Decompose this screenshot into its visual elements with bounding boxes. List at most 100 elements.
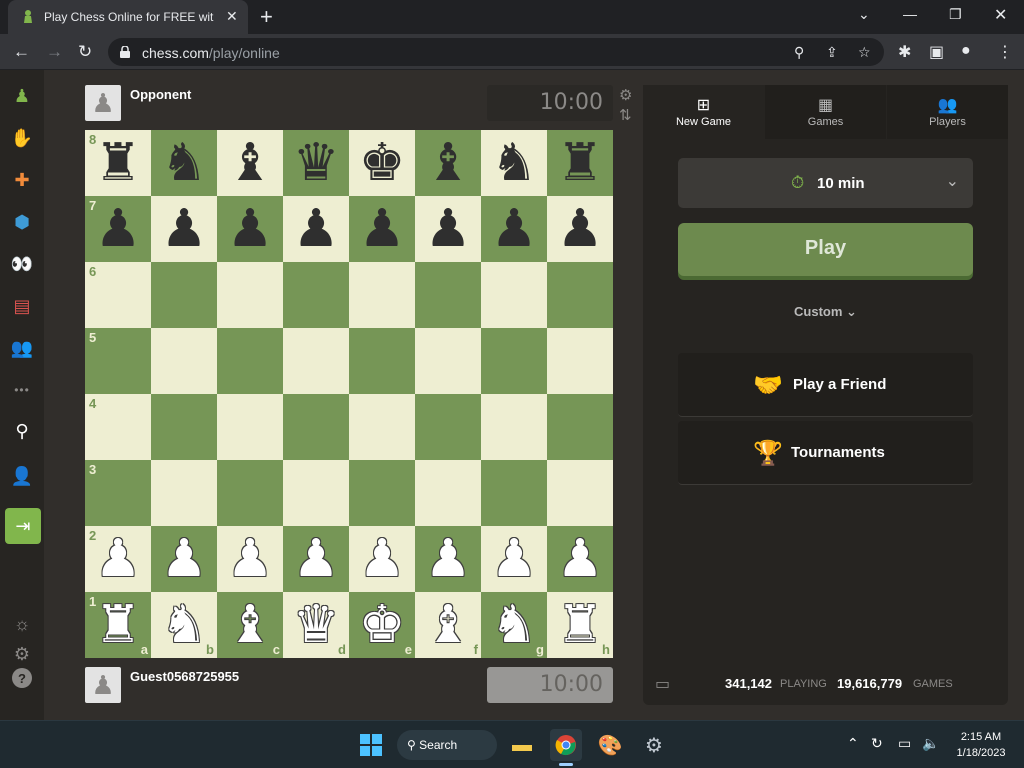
square-e6[interactable] — [349, 262, 415, 328]
square-d5[interactable] — [283, 328, 349, 394]
square-h7[interactable]: ♟ — [547, 196, 613, 262]
square-b1[interactable]: b ♞ — [151, 592, 217, 658]
settings-app-icon[interactable]: ⚙ — [638, 729, 670, 761]
extensions-icon[interactable]: ✱ — [898, 42, 911, 62]
square-f5[interactable] — [415, 328, 481, 394]
square-a4[interactable]: 4 — [85, 394, 151, 460]
square-d6[interactable] — [283, 262, 349, 328]
black-pawn-piece[interactable]: ♟ — [227, 203, 274, 255]
square-b7[interactable]: ♟ — [151, 196, 217, 262]
white-pawn-piece[interactable]: ♟ — [425, 533, 472, 585]
chess-board[interactable]: 8 ♜ ♞ ♝ ♛ ♚ ♝ ♞ ♜ 7 ♟ ♟ ♟ ♟ ♟ ♟ ♟ ♟ 6 5 4 3 2 ♟ ♟ ♟ ♟ ♟ ♟ ♟ ♟ 1 a ♜ b ♞ c ♝ d ♛… — [85, 130, 613, 658]
custom-dropdown[interactable]: Custom ⌄ — [643, 304, 1008, 320]
square-g7[interactable]: ♟ — [481, 196, 547, 262]
new-tab-button[interactable]: + — [260, 4, 273, 30]
square-h5[interactable] — [547, 328, 613, 394]
black-bishop-piece[interactable]: ♝ — [227, 137, 274, 189]
flip-board-icon[interactable]: ⇅ — [619, 106, 632, 126]
white-pawn-piece[interactable]: ♟ — [227, 533, 274, 585]
square-h6[interactable] — [547, 262, 613, 328]
square-f2[interactable]: ♟ — [415, 526, 481, 592]
star-icon[interactable]: ☆ — [858, 44, 871, 61]
white-bishop-piece[interactable]: ♝ — [227, 599, 274, 651]
settings-icon[interactable]: ⚙ — [6, 638, 38, 670]
board-settings-icon[interactable]: ⚙ — [619, 86, 632, 106]
square-c5[interactable] — [217, 328, 283, 394]
white-pawn-piece[interactable]: ♟ — [491, 533, 538, 585]
square-a6[interactable]: 6 — [85, 262, 151, 328]
tournaments-button[interactable]: 🏆 Tournaments — [678, 421, 973, 485]
square-d2[interactable]: ♟ — [283, 526, 349, 592]
forward-arrow-icon[interactable]: → — [46, 42, 63, 62]
search-icon[interactable]: ⚲ — [6, 415, 38, 447]
square-c8[interactable]: ♝ — [217, 130, 283, 196]
square-a3[interactable]: 3 — [85, 460, 151, 526]
white-rook-piece[interactable]: ♜ — [95, 599, 142, 651]
reload-icon[interactable]: ↻ — [78, 42, 92, 62]
square-e7[interactable]: ♟ — [349, 196, 415, 262]
square-a7[interactable]: 7 ♟ — [85, 196, 151, 262]
share-icon[interactable]: ⇪ — [826, 44, 838, 61]
login-button[interactable]: ⇥ — [5, 508, 41, 544]
square-f4[interactable] — [415, 394, 481, 460]
kebab-menu-icon[interactable]: ⋮ — [997, 42, 1013, 62]
black-knight-piece[interactable]: ♞ — [491, 137, 538, 189]
square-g8[interactable]: ♞ — [481, 130, 547, 196]
learn-icon[interactable]: ⬢ — [6, 206, 38, 238]
white-pawn-piece[interactable]: ♟ — [161, 533, 208, 585]
white-pawn-piece[interactable]: ♟ — [557, 533, 604, 585]
square-b8[interactable]: ♞ — [151, 130, 217, 196]
black-queen-piece[interactable]: ♛ — [293, 137, 340, 189]
play-a-friend-button[interactable]: 🤝 Play a Friend — [678, 353, 973, 417]
square-f1[interactable]: f ♝ — [415, 592, 481, 658]
black-pawn-piece[interactable]: ♟ — [359, 203, 406, 255]
square-d8[interactable]: ♛ — [283, 130, 349, 196]
windows-start-icon[interactable] — [355, 729, 387, 761]
white-rook-piece[interactable]: ♜ — [557, 599, 604, 651]
square-c6[interactable] — [217, 262, 283, 328]
time-control-select[interactable]: ⏱ 10 min ⌄ — [678, 158, 973, 208]
square-f7[interactable]: ♟ — [415, 196, 481, 262]
square-b4[interactable] — [151, 394, 217, 460]
volume-icon[interactable]: 🔈 — [922, 735, 939, 752]
zoom-icon[interactable]: ⚲ — [794, 44, 804, 61]
network-icon[interactable]: ▭ — [898, 735, 911, 752]
white-pawn-piece[interactable]: ♟ — [293, 533, 340, 585]
square-b2[interactable]: ♟ — [151, 526, 217, 592]
square-d1[interactable]: d ♛ — [283, 592, 349, 658]
square-b6[interactable] — [151, 262, 217, 328]
square-a1[interactable]: 1 a ♜ — [85, 592, 151, 658]
square-g2[interactable]: ♟ — [481, 526, 547, 592]
square-a8[interactable]: 8 ♜ — [85, 130, 151, 196]
white-pawn-piece[interactable]: ♟ — [359, 533, 406, 585]
square-e2[interactable]: ♟ — [349, 526, 415, 592]
file-explorer-icon[interactable]: ▬ — [506, 729, 538, 761]
black-pawn-piece[interactable]: ♟ — [557, 203, 604, 255]
puzzles-icon[interactable]: ✚ — [6, 164, 38, 196]
square-d4[interactable] — [283, 394, 349, 460]
black-pawn-piece[interactable]: ♟ — [491, 203, 538, 255]
square-b3[interactable] — [151, 460, 217, 526]
square-a2[interactable]: 2 ♟ — [85, 526, 151, 592]
maximize-button[interactable]: ❐ — [949, 6, 962, 23]
chrome-icon[interactable] — [550, 729, 582, 761]
square-c4[interactable] — [217, 394, 283, 460]
taskbar-clock[interactable]: 2:15 AM 1/18/2023 — [950, 729, 1012, 761]
square-h2[interactable]: ♟ — [547, 526, 613, 592]
tab-close-icon[interactable]: ✕ — [226, 8, 238, 25]
square-g4[interactable] — [481, 394, 547, 460]
square-b5[interactable] — [151, 328, 217, 394]
help-icon[interactable]: ? — [12, 668, 32, 688]
square-g1[interactable]: g ♞ — [481, 592, 547, 658]
square-h4[interactable] — [547, 394, 613, 460]
white-knight-piece[interactable]: ♞ — [161, 599, 208, 651]
tab-players[interactable]: 👥 Players — [887, 85, 1008, 139]
theme-icon[interactable]: ☼ — [6, 608, 38, 640]
browser-tab[interactable]: Play Chess Online for FREE with F ✕ — [8, 0, 248, 34]
square-f6[interactable] — [415, 262, 481, 328]
white-bishop-piece[interactable]: ♝ — [425, 599, 472, 651]
address-bar[interactable]: chess.com/play/online ⚲ ⇪ ☆ — [108, 38, 884, 66]
chevron-up-icon[interactable]: ⌃ — [847, 735, 859, 752]
square-c7[interactable]: ♟ — [217, 196, 283, 262]
square-c3[interactable] — [217, 460, 283, 526]
